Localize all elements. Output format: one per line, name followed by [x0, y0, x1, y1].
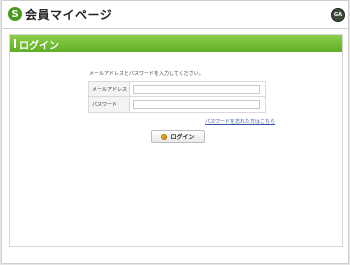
title-accent-bar	[14, 39, 16, 48]
login-panel: ログイン メールアドレスとパスワードを入力してください。 メールアドレス パスワ…	[9, 34, 343, 247]
section-title: ログイン	[19, 41, 59, 52]
page-frame: S 会員マイページ GA ログイン メールアドレスとパスワードを入力してください…	[1, 0, 349, 264]
site-logo-icon: S	[8, 7, 22, 21]
header-divider	[2, 28, 348, 29]
login-button-label: ログイン	[170, 134, 195, 141]
password-field[interactable]	[133, 100, 260, 109]
forgot-password-link[interactable]: パスワードを忘れた方はこちら	[205, 118, 275, 125]
email-label: メールアドレス	[89, 82, 130, 96]
login-instruction: メールアドレスとパスワードを入力してください。	[89, 71, 204, 77]
key-icon	[161, 133, 168, 140]
section-title-bar: ログイン	[10, 35, 342, 52]
password-label: パスワード	[89, 97, 130, 112]
password-row: パスワード	[89, 97, 265, 112]
login-form-table: メールアドレス パスワード	[88, 81, 266, 113]
email-row: メールアドレス	[89, 82, 265, 97]
email-field[interactable]	[133, 85, 260, 94]
site-header: S 会員マイページ GA	[2, 1, 348, 28]
site-title: 会員マイページ	[25, 8, 113, 22]
corner-brand-icon: GA	[331, 8, 345, 22]
login-button[interactable]: ログイン	[151, 130, 205, 143]
